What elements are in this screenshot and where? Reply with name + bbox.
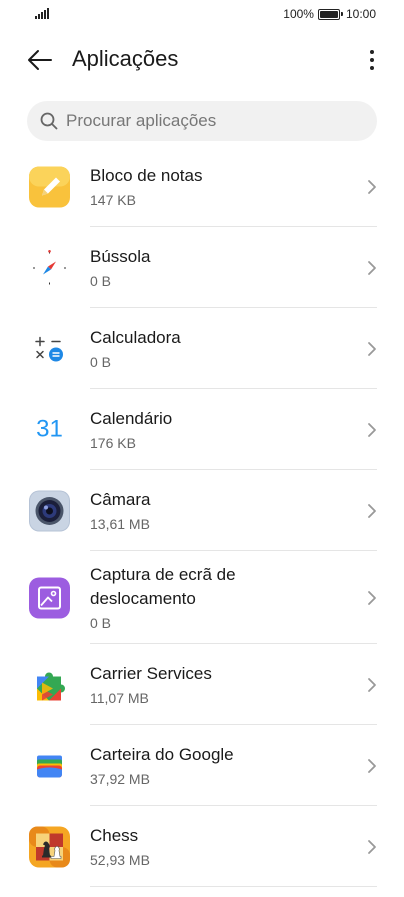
back-button[interactable] — [24, 44, 56, 76]
signal-icon — [35, 8, 49, 19]
app-name: Bloco de notas — [90, 165, 203, 185]
chevron-right-icon — [366, 677, 378, 693]
list-item[interactable]: Carteira do Google 37,92 MB — [0, 725, 404, 806]
clock: 10:00 — [345, 7, 376, 21]
chevron-right-icon — [366, 839, 378, 855]
chevron-right-icon — [366, 503, 378, 519]
app-name: Carteira do Google — [90, 744, 234, 764]
google-wallet-icon — [29, 745, 70, 786]
scrolling-screenshot-icon — [29, 577, 70, 618]
app-size: 11,07 MB — [90, 689, 149, 706]
header: Aplicações — [0, 40, 404, 80]
app-name: Carrier Services — [90, 663, 212, 683]
more-options-button[interactable] — [362, 44, 382, 76]
app-name: Chess — [90, 825, 139, 845]
divider — [90, 886, 377, 887]
list-item[interactable]: Câmara 13,61 MB — [0, 470, 404, 551]
app-name: Câmara — [90, 489, 151, 509]
battery-icon — [317, 8, 343, 20]
chevron-right-icon — [366, 758, 378, 774]
chevron-right-icon — [366, 590, 378, 606]
app-list: Bloco de notas 147 KB Bússola 0 B Calcul… — [0, 146, 404, 887]
list-item[interactable]: Carrier Services 11,07 MB — [0, 644, 404, 725]
app-size: 37,92 MB — [90, 770, 150, 787]
chevron-right-icon — [366, 341, 378, 357]
list-item[interactable]: Captura de ecrã de deslocamento 0 B — [0, 551, 404, 644]
search-icon — [40, 112, 58, 130]
app-size: 147 KB — [90, 191, 136, 208]
notepad-icon — [29, 166, 70, 207]
calculator-icon — [29, 328, 70, 369]
chevron-right-icon — [366, 179, 378, 195]
app-size: 52,93 MB — [90, 851, 150, 868]
chess-icon — [29, 826, 70, 867]
list-item[interactable]: Bloco de notas 147 KB — [0, 146, 404, 227]
search-input[interactable] — [66, 111, 346, 131]
page-title: Aplicações — [72, 46, 179, 71]
list-item[interactable]: Chess 52,93 MB — [0, 806, 404, 887]
app-name: Captura de ecrã de deslocamento — [90, 564, 236, 608]
app-size: 0 B — [90, 353, 112, 370]
compass-icon — [29, 247, 70, 288]
battery-percent: 100% — [283, 7, 314, 21]
list-item[interactable]: 31 Calendário 176 KB — [0, 389, 404, 470]
app-name: Calendário — [90, 408, 173, 428]
chevron-right-icon — [366, 260, 378, 276]
carrier-services-icon — [29, 664, 70, 705]
app-size: 13,61 MB — [90, 515, 150, 532]
camera-icon — [29, 490, 70, 531]
app-size: 0 B — [90, 614, 112, 631]
status-bar: 100% 10:00 — [0, 0, 404, 30]
calendar-day: 31 — [36, 415, 63, 443]
list-item[interactable]: Calculadora 0 B — [0, 308, 404, 389]
search-bar[interactable] — [27, 101, 377, 141]
list-item[interactable]: Bússola 0 B — [0, 227, 404, 308]
app-size: 0 B — [90, 272, 112, 289]
app-name: Bússola — [90, 246, 151, 266]
app-size: 176 KB — [90, 434, 136, 451]
app-name: Calculadora — [90, 327, 181, 347]
calendar-icon: 31 — [29, 409, 70, 450]
arrow-left-icon — [28, 50, 52, 70]
chevron-right-icon — [366, 422, 378, 438]
status-right: 100% 10:00 — [283, 7, 376, 21]
